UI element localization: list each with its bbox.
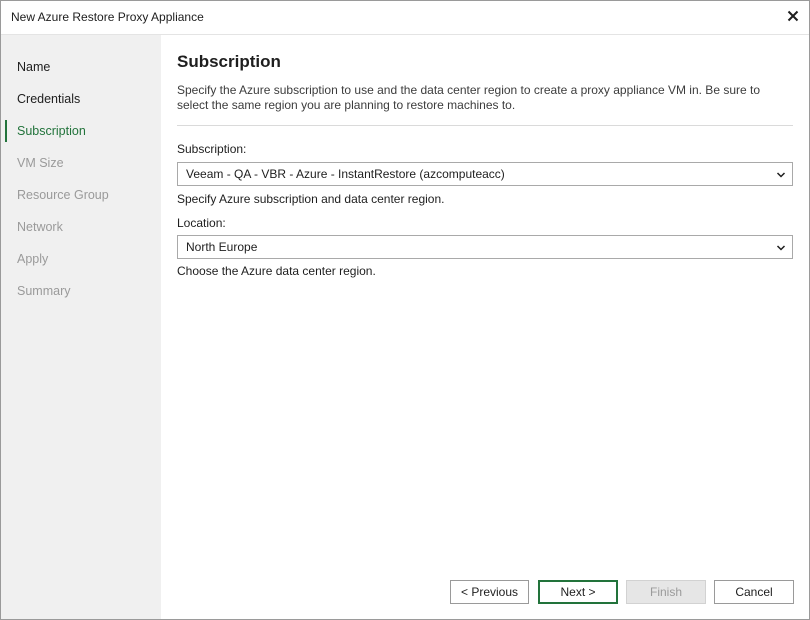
- close-icon[interactable]: [785, 8, 801, 24]
- active-step-marker: [5, 120, 7, 142]
- previous-button[interactable]: < Previous: [450, 580, 529, 604]
- step-resource-group: Resource Group: [1, 183, 161, 207]
- step-label: Name: [17, 60, 51, 74]
- chevron-down-icon: [776, 242, 786, 252]
- main-panel: Subscription Specify the Azure subscript…: [161, 35, 809, 619]
- subscription-label: Subscription:: [177, 142, 247, 156]
- step-summary: Summary: [1, 279, 161, 303]
- finish-button: Finish: [626, 580, 706, 604]
- location-dropdown[interactable]: North Europe: [177, 235, 793, 259]
- step-name[interactable]: Name: [1, 55, 161, 79]
- title-bar: New Azure Restore Proxy Appliance: [1, 1, 809, 35]
- step-label: Network: [17, 220, 63, 234]
- cancel-button[interactable]: Cancel: [714, 580, 794, 604]
- step-label: Summary: [17, 284, 71, 298]
- step-credentials[interactable]: Credentials: [1, 87, 161, 111]
- subscription-hint: Specify Azure subscription and data cent…: [177, 192, 445, 206]
- wizard-steps-sidebar: Name Credentials Subscription VM Size Re…: [1, 35, 161, 619]
- header-divider: [177, 125, 793, 126]
- chevron-down-icon: [776, 169, 786, 179]
- step-apply: Apply: [1, 247, 161, 271]
- subscription-dropdown[interactable]: Veeam - QA - VBR - Azure - InstantRestor…: [177, 162, 793, 186]
- step-vm-size: VM Size: [1, 151, 161, 175]
- wizard-window: New Azure Restore Proxy Appliance Name C…: [0, 0, 810, 620]
- step-label: Subscription: [17, 124, 86, 138]
- location-label: Location:: [177, 216, 226, 230]
- step-subscription[interactable]: Subscription: [1, 119, 161, 143]
- step-label: VM Size: [17, 156, 64, 170]
- subscription-value: Veeam - QA - VBR - Azure - InstantRestor…: [186, 167, 505, 181]
- step-label: Apply: [17, 252, 49, 266]
- location-value: North Europe: [186, 240, 258, 254]
- location-hint: Choose the Azure data center region.: [177, 264, 376, 278]
- step-label: Resource Group: [17, 188, 109, 202]
- step-network: Network: [1, 215, 161, 239]
- page-title: Subscription: [177, 52, 281, 71]
- step-label: Credentials: [17, 92, 81, 106]
- page-description: Specify the Azure subscription to use an…: [177, 83, 761, 112]
- next-button[interactable]: Next >: [538, 580, 618, 604]
- window-title: New Azure Restore Proxy Appliance: [11, 10, 204, 24]
